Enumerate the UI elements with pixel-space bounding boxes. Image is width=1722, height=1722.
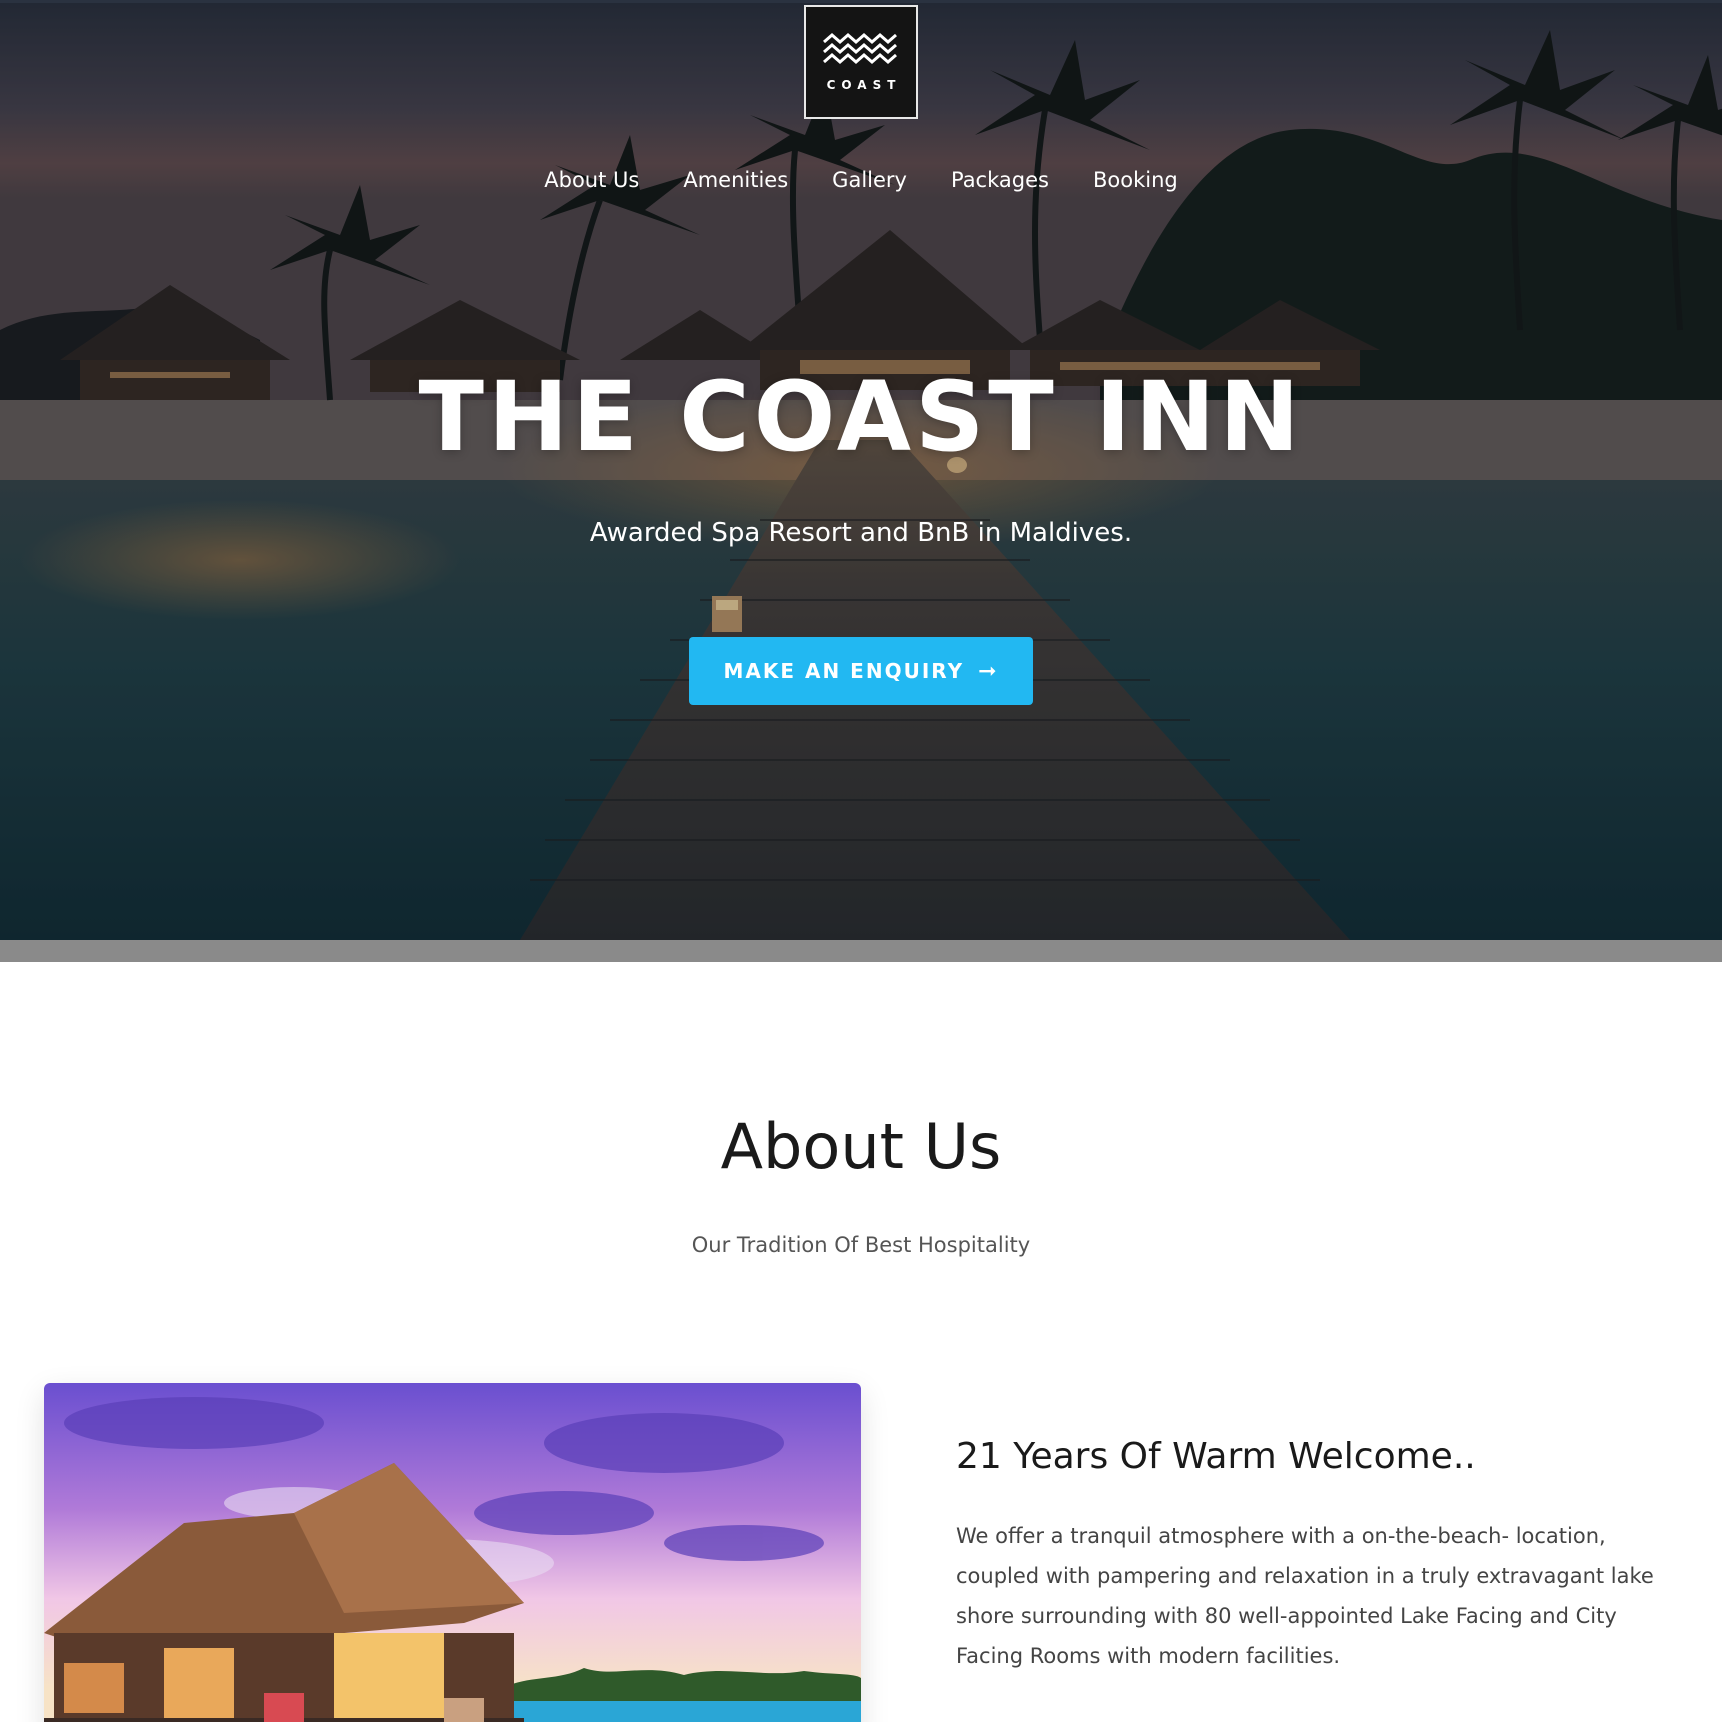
nav-item-booking[interactable]: Booking — [1093, 168, 1178, 200]
brand-logo[interactable]: COAST — [804, 5, 918, 119]
logo-text: COAST — [826, 78, 902, 92]
top-border — [0, 0, 1722, 3]
make-enquiry-label: MAKE AN ENQUIRY — [723, 659, 965, 683]
resort-hut-image — [44, 1383, 861, 1722]
about-section-title: About Us — [720, 1110, 1002, 1183]
nav-item-gallery[interactable]: Gallery — [832, 168, 907, 200]
hero-section: COAST About Us Amenities Gallery Package… — [0, 0, 1722, 940]
about-resort-photo — [44, 1383, 861, 1722]
nav-item-packages[interactable]: Packages — [951, 168, 1049, 200]
about-heading: 21 Years Of Warm Welcome.. — [956, 1436, 1476, 1477]
nav-item-about-us[interactable]: About Us — [544, 168, 639, 200]
nav-item-amenities[interactable]: Amenities — [683, 168, 788, 200]
about-tagline: Our Tradition Of Best Hospitality — [691, 1233, 1031, 1257]
hero-subtitle: Awarded Spa Resort and BnB in Maldives. — [589, 518, 1133, 548]
hero-bottom-band — [0, 940, 1722, 962]
about-body-text: We offer a tranquil atmosphere with a on… — [956, 1524, 1654, 1668]
waves-icon — [823, 33, 897, 64]
main-nav: About Us Amenities Gallery Packages Book… — [0, 168, 1722, 200]
arrow-right-icon: ➞ — [978, 658, 999, 684]
make-enquiry-button[interactable]: MAKE AN ENQUIRY ➞ — [689, 637, 1033, 705]
page: COAST About Us Amenities Gallery Package… — [0, 0, 1722, 1722]
hero-title: THE COAST INN — [418, 361, 1304, 473]
